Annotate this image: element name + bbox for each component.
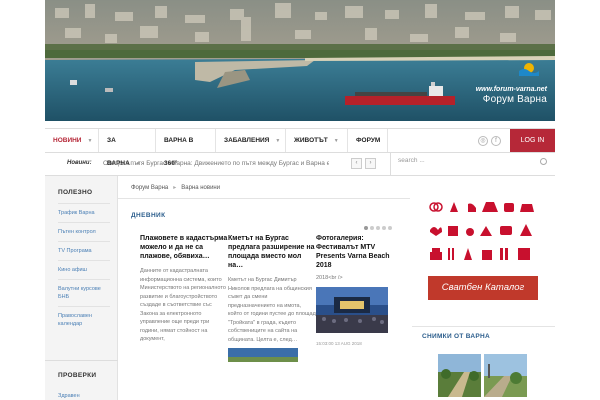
nav-item-news[interactable]: НОВИНИ ▼ [45,129,99,152]
sidebar-item-health[interactable]: Здравен [58,393,80,399]
breadcrumb-home[interactable]: Форум Варна [131,185,168,191]
login-button[interactable]: LOG IN [510,129,555,152]
article-excerpt: Данните от кадастралната информационна с… [140,268,226,342]
search-icon[interactable] [540,158,547,165]
article-card: Плажовете в кадастърма можело и да не са… [140,234,228,344]
article-excerpt: Кметът на Бургас Димитър Николов предлаг… [228,277,316,343]
nav-label: НОВИНИ [53,137,82,144]
chevron-down-icon: ▼ [275,138,281,144]
wedding-icons-grid[interactable] [428,200,540,272]
breadcrumb-divider [118,198,410,199]
right-divider [412,326,555,327]
carousel-dot[interactable] [388,226,392,230]
varna-photo-thumbnail[interactable] [484,354,527,397]
right-sidebar: Сватбен Каталог СНИМКИ ОТ ВАРНА [412,176,555,400]
ticker-headline[interactable]: Отворих пътя Бургас - Варна: Движението … [103,160,329,167]
photos-section-title: СНИМКИ ОТ ВАРНА [422,333,491,340]
article-excerpt: 2018<br /> [316,275,343,281]
carousel-dot[interactable] [364,226,368,230]
facebook-icon[interactable]: f [491,136,501,146]
useful-links-list: Трафик Варна Пътен контрол TV Програма К… [58,203,110,333]
wave-logo-icon [519,63,539,76]
sidebar-item-road-control[interactable]: Пътен контрол [58,222,110,241]
nav-label: ФОРУМ [356,137,381,144]
varna-photo-thumbnail[interactable] [438,354,481,397]
header-banner: www.forum-varna.net Форум Варна [45,0,555,121]
nav-item-varna-360[interactable]: ВАРНА В 360° [156,129,216,167]
carousel-dots [364,225,394,232]
ticker-label: Новини: [67,160,92,166]
chevron-down-icon: ▼ [333,138,339,144]
article-date: 15:03:00 13 AUG 2018 [316,340,362,346]
sidebar-item-cinema[interactable]: Кино афиш [58,260,110,279]
sidebar-item-calendar[interactable]: Православен календар [58,306,110,333]
article-title[interactable]: Кметът на Бургас предлага разширение на … [228,234,316,270]
nav-label: ЗАБАВЛЕНИЯ [224,137,270,144]
article-card: Фотогалерия: Фестивалът MTV Presents Var… [316,234,404,346]
carousel-dot[interactable] [382,226,386,230]
search-box[interactable]: search ... [390,153,555,175]
main-navigation: НОВИНИ ▼ ЗА ВАРНА ▼ ВАРНА В 360° ЗАБАВЛЕНИ… [45,128,555,167]
nav-item-forum[interactable]: ФОРУМ [348,129,388,152]
sidebar-item-tv[interactable]: TV Програма [58,241,110,260]
article-thumbnail-image[interactable] [228,348,298,362]
nav-item-about-varna[interactable]: ЗА ВАРНА ▼ [99,129,156,167]
breadcrumb-separator-icon: ▸ [173,185,177,191]
breadcrumb-current: Варна новини [181,185,221,191]
site-logo-text[interactable]: www.forum-varna.net Форум Варна [476,86,547,105]
chevron-down-icon: ▼ [87,138,93,144]
sidebar-item-traffic[interactable]: Трафик Варна [58,203,110,222]
site-url: www.forum-varna.net [475,86,547,93]
nav-item-entertainment[interactable]: ЗАБАВЛЕНИЯ ▼ [216,129,286,152]
ticker-prev-button[interactable]: ‹ [351,158,362,169]
site-name: Форум Варна [482,94,547,105]
article-card: Кметът на Бургас предлага разширение на … [228,234,316,364]
ticker-next-button[interactable]: › [365,158,376,169]
concert-photo-image[interactable] [316,286,388,333]
section-title: ДНЕВНИК [131,212,166,219]
carousel-dot[interactable] [370,226,374,230]
dribbble-icon[interactable]: ◎ [478,136,488,146]
news-ticker-bar: Новини: Отворих пътя Бургас - Варна: Дви… [45,153,555,176]
article-title[interactable]: Плажовете в кадастърма можело и да не са… [140,234,228,261]
carousel-dot[interactable] [376,226,380,230]
article-title[interactable]: Фотогалерия: Фестивалът MTV Presents Var… [316,234,404,270]
breadcrumb: Форум Варна ▸ Варна новини [131,184,220,191]
sidebar-divider [45,360,118,361]
left-sidebar: ПОЛЕЗНО Трафик Варна Пътен контрол TV Пр… [45,176,118,400]
sidebar-second-title: ПРОВЕРКИ [58,372,97,379]
nav-item-life[interactable]: ЖИВОТЪТ ▼ [286,129,348,152]
main-content: Форум Варна ▸ Варна новини ДНЕВНИК Плажове… [118,176,410,400]
search-input[interactable]: search ... [398,157,425,164]
sidebar-title: ПОЛЕЗНО [58,189,93,196]
sidebar-item-currency[interactable]: Валутни курсове БНБ [58,279,110,306]
wedding-catalog-banner[interactable]: Сватбен Каталог [428,276,538,300]
nav-label: ЖИВОТЪТ [294,137,328,144]
